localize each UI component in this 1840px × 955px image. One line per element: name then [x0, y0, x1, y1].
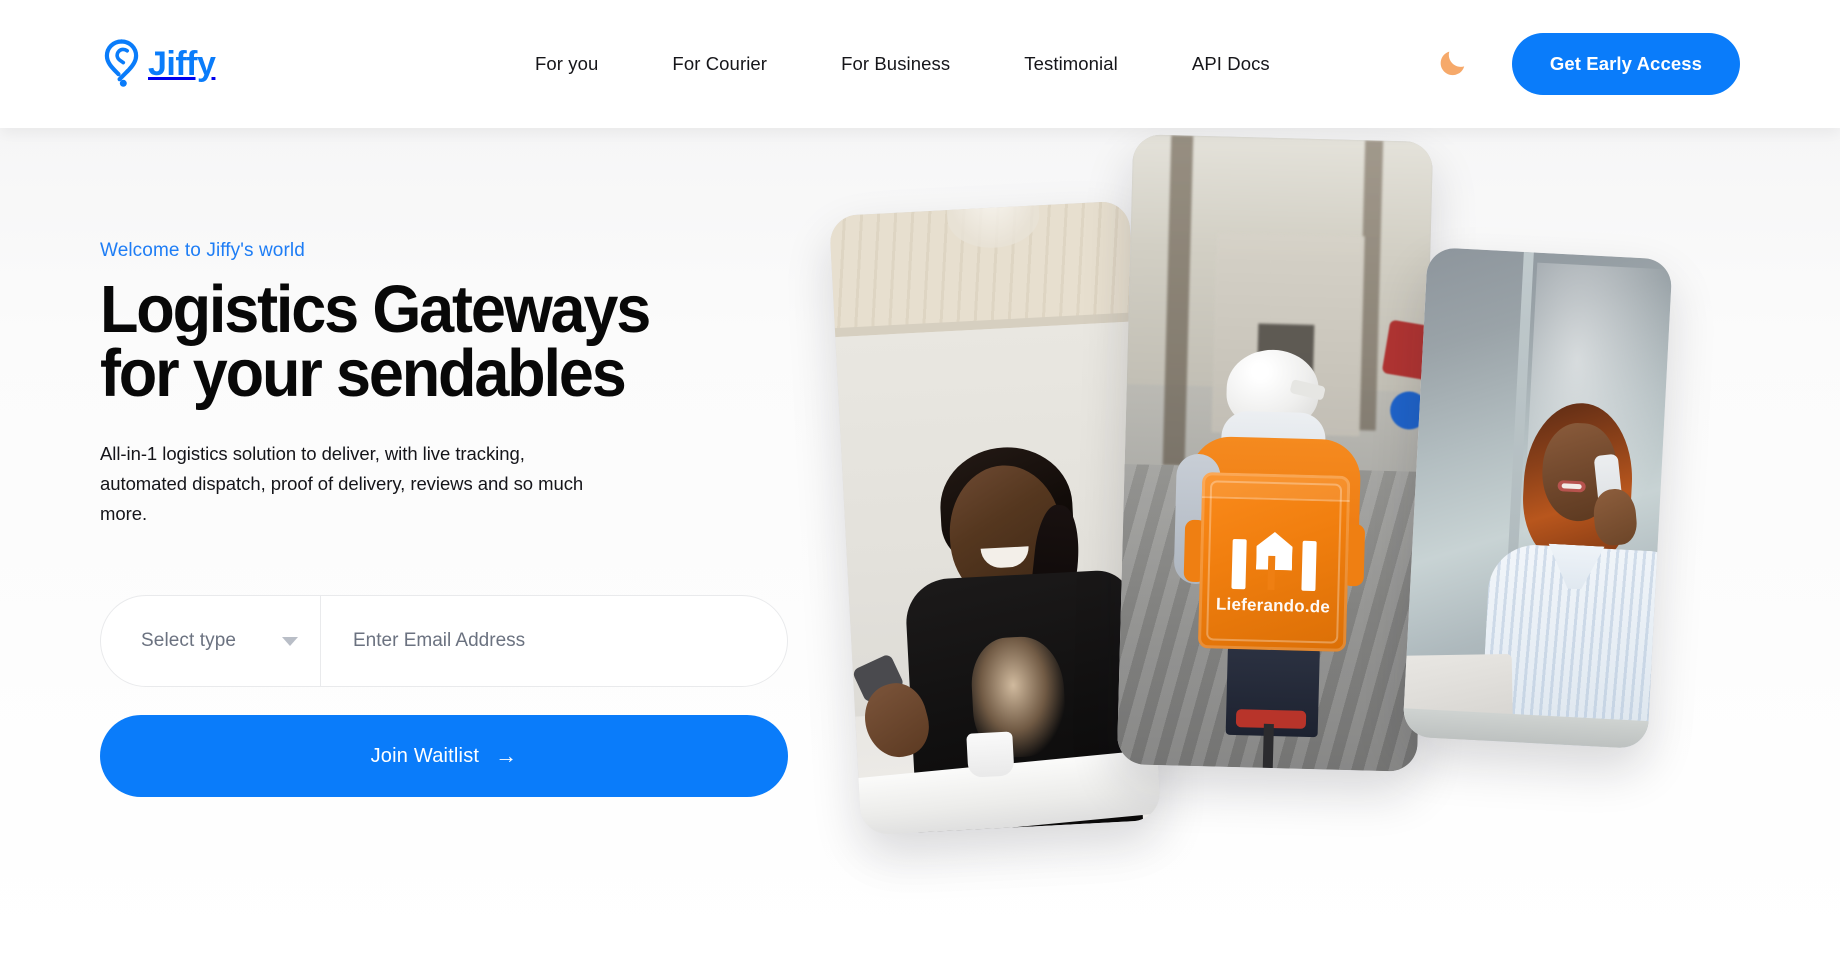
chevron-down-icon: [282, 636, 298, 646]
nav-item-for-you[interactable]: For you: [498, 53, 635, 75]
hero-subtitle: All-in-1 logistics solution to deliver, …: [100, 443, 584, 525]
hero-image-collage: Lieferando.de: [820, 128, 1840, 955]
join-waitlist-label: Join Waitlist: [370, 744, 480, 767]
nav-item-api-docs[interactable]: API Docs: [1155, 53, 1307, 75]
site-header: Jiffy For you For Courier For Business T…: [0, 0, 1840, 128]
page-root: Jiffy For you For Courier For Business T…: [0, 0, 1840, 955]
type-select[interactable]: Select type: [101, 596, 321, 687]
arrow-right-icon: →: [495, 743, 518, 769]
join-waitlist-button[interactable]: Join Waitlist →: [100, 715, 788, 798]
brand-name: Jiffy: [148, 45, 216, 83]
delivery-backpack-brand-text: Lieferando.de: [1215, 594, 1331, 617]
primary-navigation: For you For Courier For Business Testimo…: [498, 0, 1307, 128]
location-pin-icon: [100, 37, 142, 89]
page-title: Logistics Gateways for your sendables: [100, 272, 651, 411]
hero-eyebrow: Welcome to Jiffy's world: [100, 240, 305, 261]
hero-content: Welcome to Jiffy's world Logistics Gatew…: [100, 128, 800, 798]
waitlist-form: Select type: [100, 595, 788, 688]
email-input[interactable]: [321, 596, 787, 687]
hero-photo-courier-on-bicycle: Lieferando.de: [1116, 134, 1434, 772]
header-actions: Get Early Access: [1436, 0, 1740, 128]
brand-logo[interactable]: Jiffy: [100, 32, 216, 94]
hero-photo-woman-on-phone-call: [1402, 246, 1673, 750]
nav-item-testimonial[interactable]: Testimonial: [987, 53, 1155, 75]
nav-item-for-courier[interactable]: For Courier: [635, 53, 804, 75]
get-early-access-button[interactable]: Get Early Access: [1511, 33, 1740, 95]
hero-photo-man-laughing-with-phone: [828, 200, 1162, 836]
dark-mode-toggle[interactable]: [1436, 47, 1470, 81]
type-select-value: Select type: [141, 630, 237, 652]
nav-item-for-business[interactable]: For Business: [804, 53, 987, 75]
moon-icon: [1438, 48, 1468, 81]
